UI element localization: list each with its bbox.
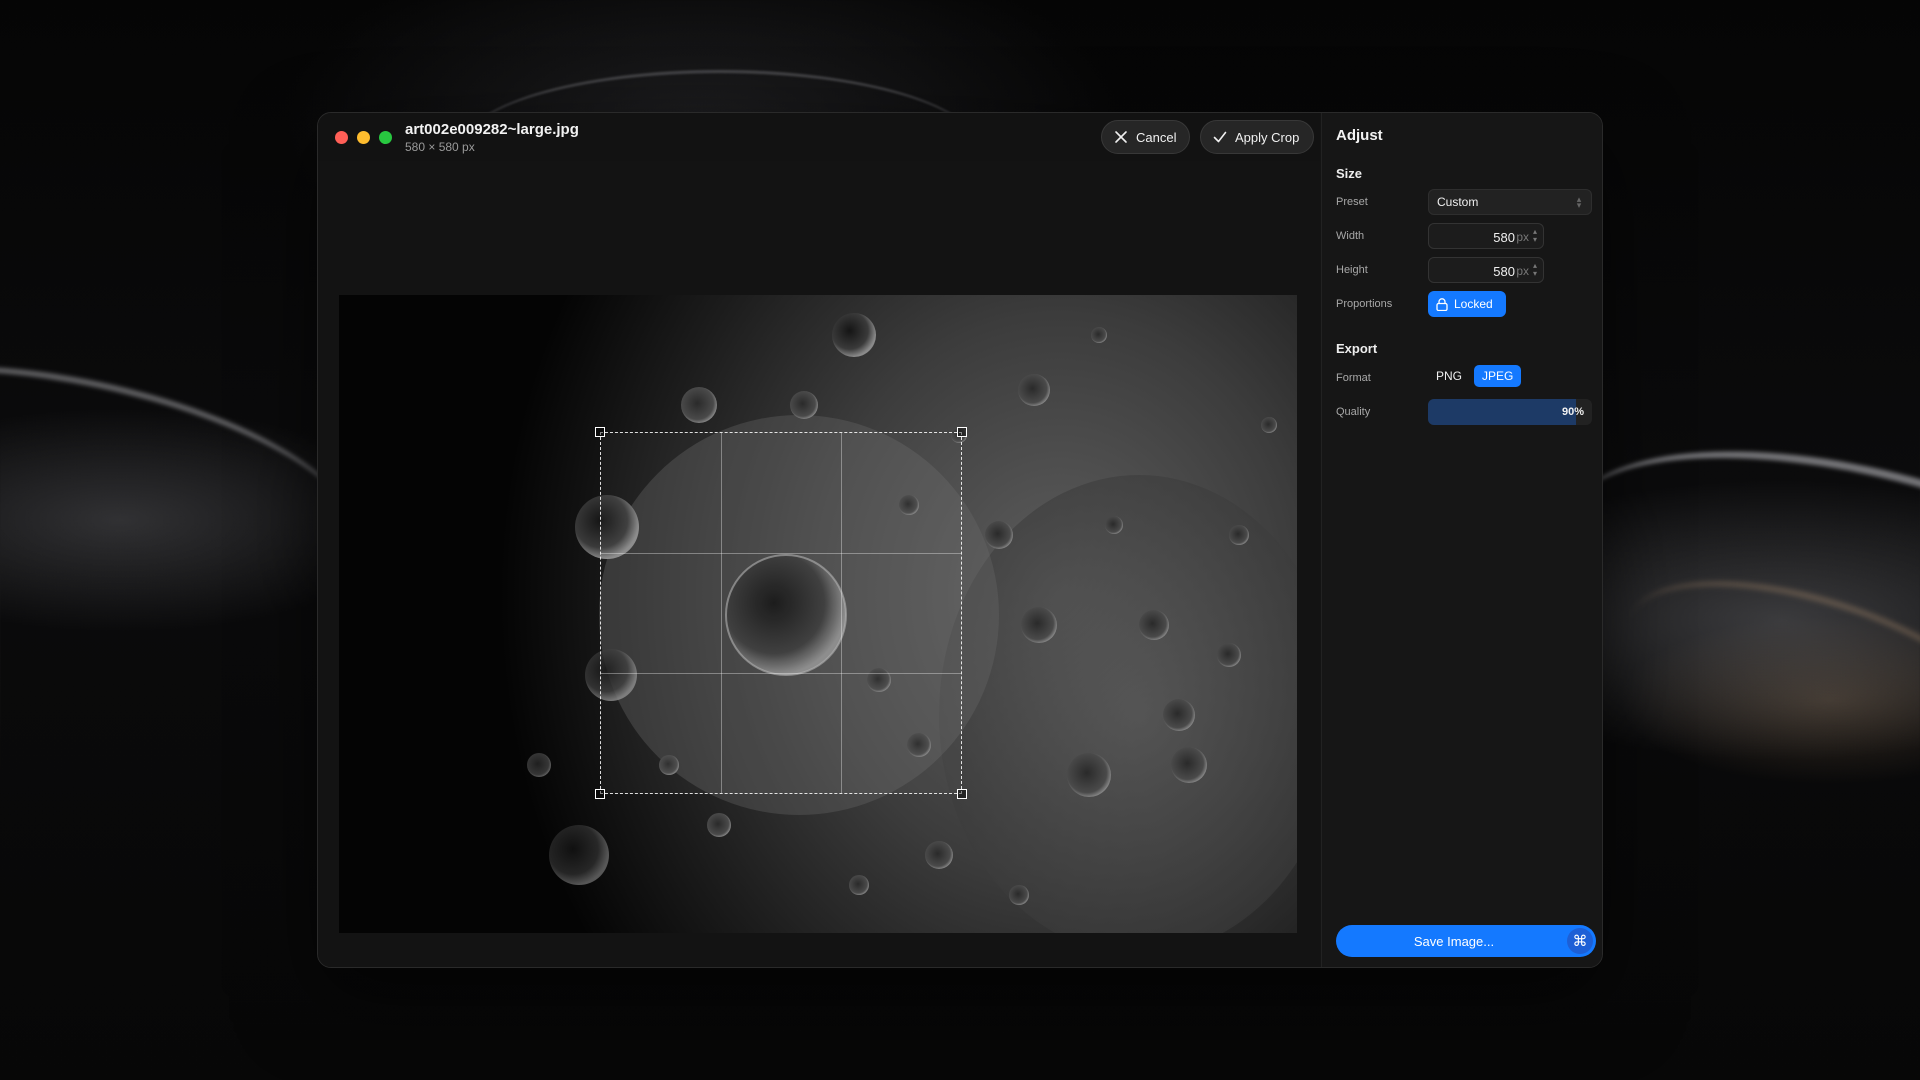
width-value: 580: [1493, 230, 1515, 245]
width-label: Width: [1336, 230, 1365, 242]
format-option-png[interactable]: PNG: [1428, 365, 1470, 387]
close-icon: [1115, 131, 1127, 143]
quality-slider[interactable]: 90%: [1428, 399, 1592, 425]
cancel-button[interactable]: Cancel: [1101, 120, 1190, 154]
sidebar-title: Adjust: [1336, 127, 1383, 144]
save-image-button[interactable]: Save Image... ⌘: [1336, 925, 1596, 957]
crop-grid-line: [601, 672, 961, 674]
height-label: Height: [1336, 264, 1368, 276]
file-name: art002e009282~large.jpg: [405, 121, 579, 138]
format-option-jpeg[interactable]: JPEG: [1474, 365, 1522, 387]
crop-handle-bottom-left[interactable]: [595, 789, 605, 799]
crop-handle-top-right[interactable]: [957, 427, 967, 437]
crop-selection[interactable]: [595, 427, 967, 799]
proportions-lock-button[interactable]: Locked: [1428, 291, 1506, 317]
width-field[interactable]: 580 px ▴ ▾: [1428, 223, 1544, 249]
apply-crop-label: Apply Crop: [1235, 129, 1300, 145]
quality-slider-fill: [1428, 399, 1576, 425]
quality-label: Quality: [1336, 406, 1371, 418]
height-field[interactable]: 580 px ▴ ▾: [1428, 257, 1544, 283]
preset-select[interactable]: Custom ▴ ▾: [1428, 189, 1592, 215]
width-stepper-icon[interactable]: ▴ ▾: [1531, 228, 1539, 244]
moon-image: [339, 295, 1297, 933]
crop-grid-line: [720, 433, 722, 793]
height-stepper-icon[interactable]: ▴ ▾: [1531, 262, 1539, 278]
background-swoop: [1605, 542, 1920, 818]
export-section-title: Export: [1336, 341, 1378, 356]
lock-icon: [1436, 297, 1448, 311]
format-label: Format: [1336, 372, 1371, 384]
close-window-button[interactable]: [335, 131, 348, 144]
command-key-icon: ⌘: [1567, 928, 1593, 954]
file-dimensions: 580 × 580 px: [405, 140, 475, 154]
checkmark-icon: [1213, 131, 1227, 143]
crop-grid-line: [840, 433, 842, 793]
height-unit: px: [1516, 264, 1529, 278]
size-section-title: Size: [1336, 166, 1363, 181]
preset-label: Preset: [1336, 196, 1368, 208]
crop-handle-top-left[interactable]: [595, 427, 605, 437]
minimize-window-button[interactable]: [357, 131, 370, 144]
height-value: 580: [1493, 264, 1515, 279]
crop-handle-bottom-right[interactable]: [957, 789, 967, 799]
crop-editor-window: art002e009282~large.jpg 580 × 580 px Can…: [317, 112, 1603, 968]
save-image-label: Save Image...: [1413, 934, 1495, 949]
apply-crop-button[interactable]: Apply Crop: [1200, 120, 1314, 154]
crop-grid-line: [601, 552, 961, 554]
format-segmented-control: PNG JPEG: [1428, 365, 1522, 389]
cancel-label: Cancel: [1136, 129, 1177, 145]
adjust-sidebar: Adjust Size Preset Custom ▴ ▾ Width 580 p…: [1321, 113, 1602, 967]
preset-value: Custom: [1437, 195, 1479, 209]
zoom-window-button[interactable]: [379, 131, 392, 144]
chevron-up-down-icon: ▴ ▾: [1576, 194, 1582, 210]
quality-value: 90%: [1561, 406, 1584, 418]
proportions-label: Proportions: [1336, 298, 1393, 310]
width-unit: px: [1516, 230, 1529, 244]
titlebar: art002e009282~large.jpg 580 × 580 px Can…: [318, 113, 1320, 161]
image-canvas: [318, 161, 1320, 967]
proportions-value: Locked: [1454, 297, 1493, 311]
